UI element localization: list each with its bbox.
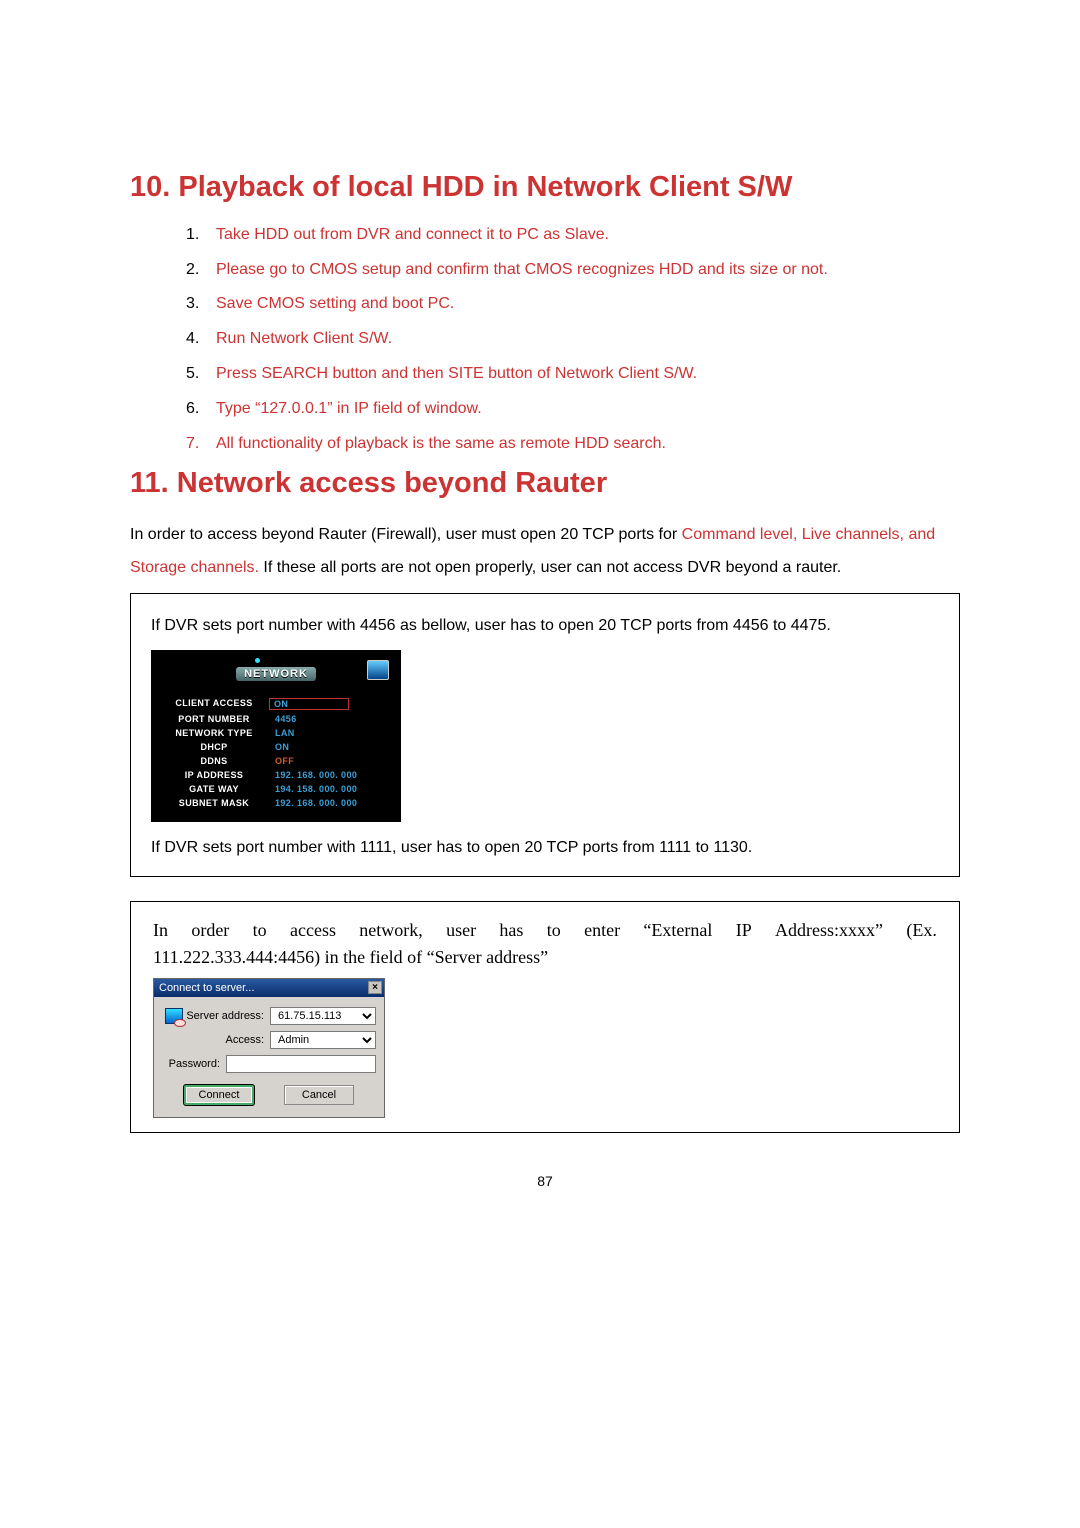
dvr-label-client-access: CLIENT ACCESS <box>159 698 269 710</box>
dvr-label-ddns: DDNS <box>159 756 269 766</box>
dvr-dot-icon <box>255 658 260 663</box>
connect-dialog: Connect to server... × Server address: 6… <box>153 978 385 1118</box>
w9: “External <box>643 920 712 941</box>
w2: to <box>253 920 267 941</box>
section-10-steps: Take HDD out from DVR and connect it to … <box>186 223 960 457</box>
w5: user <box>446 920 476 941</box>
access-label: Access: <box>186 1034 270 1046</box>
server-address-label: Server address: <box>186 1010 270 1022</box>
dvr-settings-table: CLIENT ACCESS ON PORT NUMBER 4456 NETWOR… <box>159 698 393 808</box>
dialog-title-text: Connect to server... <box>159 982 254 994</box>
w11: Address:xxxx” <box>775 920 883 941</box>
dvr-network-panel: NETWORK CLIENT ACCESS ON PORT NUMBER 445… <box>151 650 401 822</box>
access-select[interactable]: Admin <box>270 1031 376 1049</box>
w6: has <box>499 920 523 941</box>
dvr-value-network-type: LAN <box>269 728 393 738</box>
step-1: Take HDD out from DVR and connect it to … <box>186 223 960 248</box>
dvr-value-ip-address: 192. 168. 000. 000 <box>269 770 393 780</box>
server-address-input[interactable]: 61.75.15.113 <box>270 1007 376 1025</box>
dvr-value-gateway: 194. 158. 000. 000 <box>269 784 393 794</box>
password-label: Password: <box>169 1058 226 1070</box>
dvr-label-port-number: PORT NUMBER <box>159 714 269 724</box>
w12: (Ex. <box>906 920 937 941</box>
dialog-titlebar: Connect to server... × <box>154 979 384 997</box>
close-icon[interactable]: × <box>368 981 382 994</box>
monitor-icon <box>367 660 389 680</box>
step-5: Press SEARCH button and then SITE button… <box>186 362 960 387</box>
dvr-label-gateway: GATE WAY <box>159 784 269 794</box>
dvr-value-dhcp: ON <box>269 742 393 752</box>
step-7: All functionality of playback is the sam… <box>186 432 960 457</box>
connect-button[interactable]: Connect <box>184 1085 254 1105</box>
dvr-value-subnet-mask: 192. 168. 000. 000 <box>269 798 393 808</box>
section-11-title: 11. Network access beyond Rauter <box>130 466 960 501</box>
page-number: 87 <box>130 1173 960 1189</box>
dvr-label-ip-address: IP ADDRESS <box>159 770 269 780</box>
server-address-box: In order to access network, user has to … <box>130 901 960 1133</box>
w3: access <box>290 920 336 941</box>
box1-bottom-text: If DVR sets port number with 1111, user … <box>151 832 939 864</box>
box1-top-text: If DVR sets port number with 4456 as bel… <box>151 610 939 642</box>
w4: network, <box>359 920 422 941</box>
section-10-title: 10. Playback of local HDD in Network Cli… <box>130 170 960 205</box>
dvr-network-badge: NETWORK <box>236 667 316 681</box>
step-3: Save CMOS setting and boot PC. <box>186 292 960 317</box>
dvr-value-client-access: ON <box>269 698 349 710</box>
step-2: Please go to CMOS setup and confirm that… <box>186 258 960 283</box>
dvr-value-port-number: 4456 <box>269 714 393 724</box>
password-input[interactable] <box>226 1055 376 1073</box>
dvr-label-dhcp: DHCP <box>159 742 269 752</box>
dvr-label-network-type: NETWORK TYPE <box>159 728 269 738</box>
intro-part-1: In order to access beyond Rauter (Firewa… <box>130 526 682 543</box>
w7: to <box>547 920 561 941</box>
w8: enter <box>584 920 620 941</box>
port-range-box: If DVR sets port number with 4456 as bel… <box>130 593 960 877</box>
dvr-value-ddns: OFF <box>269 756 393 766</box>
w0: In <box>153 920 168 941</box>
w1: order <box>191 920 229 941</box>
step-4: Run Network Client S/W. <box>186 327 960 352</box>
intro-part-2: If these all ports are not open properly… <box>259 559 841 576</box>
cancel-button[interactable]: Cancel <box>284 1085 354 1105</box>
dvr-label-subnet-mask: SUBNET MASK <box>159 798 269 808</box>
w10: IP <box>736 920 752 941</box>
section-11-intro: In order to access beyond Rauter (Firewa… <box>130 519 960 585</box>
dvr-panel-header: NETWORK <box>159 656 393 692</box>
connect-icon <box>162 1008 186 1024</box>
step-6: Type “127.0.0.1” in IP field of window. <box>186 397 960 422</box>
box2-line1: In order to access network, user has to … <box>153 920 937 941</box>
box2-line2: 111.222.333.444:4456) in the field of “S… <box>153 947 937 968</box>
